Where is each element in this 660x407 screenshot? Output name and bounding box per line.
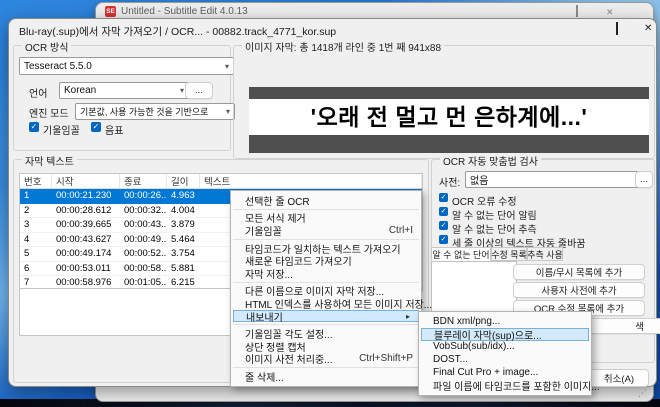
- menu-item-save-subtitle[interactable]: 자막 저장...: [231, 267, 421, 280]
- language-select[interactable]: Korean ▾: [59, 82, 189, 99]
- submenu-arrow-icon: ▸: [406, 312, 410, 321]
- chevron-down-icon: ▾: [225, 62, 229, 71]
- ocr-autocorrect-group-label: OCR 자동 맞춤법 검사: [440, 153, 541, 168]
- add-to-names-list-button[interactable]: 이름/무시 목록에 추가: [513, 264, 645, 280]
- engine-mode-select[interactable]: 기본값, 사용 가능한 것을 기반으로 ▾: [75, 103, 235, 120]
- prompt-unknown-words-checkbox[interactable]: ✓: [439, 207, 448, 216]
- image-subtitle-info-label: 이미지 자막: 총 1418개 라인 중 1번 째 941x88: [242, 39, 444, 54]
- menu-item-delete-lines[interactable]: 줄 삭제...: [231, 370, 421, 383]
- desktop: SE Untitled - Subtitle Edit 4.0.13 ✕ ⋰ B…: [0, 0, 660, 407]
- dictionary-select[interactable]: 없음 ▾: [465, 171, 645, 188]
- ocr-method-group-label: OCR 방식: [22, 39, 71, 54]
- menu-item-export-dost[interactable]: DOST...: [419, 353, 591, 366]
- menu-item-italic[interactable]: 기울임꼴Ctrl+I: [231, 224, 421, 237]
- autowrap-checkbox[interactable]: ✓: [439, 235, 448, 244]
- language-label: 언어: [29, 85, 47, 100]
- add-to-user-dictionary-button[interactable]: 사용자 사전에 추가: [513, 282, 645, 298]
- tab-use-guesses[interactable]: 추측 사용: [527, 247, 563, 261]
- ocr-engine-select[interactable]: Tesseract 5.5.0 ▾: [19, 57, 234, 75]
- menu-item-export[interactable]: 내보내기▸: [233, 310, 419, 323]
- engine-mode-label: 엔진 모드: [29, 105, 69, 120]
- dialog-title: Blu-ray(.sup)에서 자막 가져오기 / OCR... - 00882…: [19, 24, 336, 39]
- dictionary-more-button[interactable]: ...: [635, 171, 653, 188]
- chevron-down-icon: ▾: [226, 107, 230, 116]
- music-notes-checkbox[interactable]: ✓: [91, 122, 101, 132]
- fix-ocr-errors-label: OCR 오류 수정: [452, 193, 517, 208]
- menu-item-export-vobsub[interactable]: VobSub(sub/idx)...: [419, 341, 591, 354]
- fix-ocr-errors-checkbox[interactable]: ✓: [439, 193, 448, 202]
- italic-checkbox[interactable]: ✓: [29, 122, 39, 132]
- main-close-button[interactable]: ✕: [606, 8, 614, 17]
- italic-checkbox-label: 기울임꼴: [43, 122, 80, 137]
- subtitle-edit-app-icon: SE: [105, 6, 116, 17]
- language-more-button[interactable]: ...: [185, 82, 213, 99]
- subtitle-table-header[interactable]: 번호 시작 종료 길이 텍스트: [20, 174, 422, 189]
- main-window-title: Untitled - Subtitle Edit 4.0.13: [121, 6, 248, 17]
- menu-item-export-images-with-timecode[interactable]: 파일 이름에 타임코드를 포함한 이미지...: [419, 379, 591, 392]
- guess-unknown-words-label: 알 수 없는 단어 추측: [452, 221, 537, 236]
- subtitle-image-text: '오래 전 멀고 먼 은하계에...': [249, 99, 649, 135]
- tab-unknown-words[interactable]: 알 수 없는 단어: [431, 247, 491, 261]
- context-menu: 선택한 줄 OCR 모든 서식 제거 기울임꼴Ctrl+I 타임코드가 일치하는…: [230, 190, 422, 387]
- music-notes-checkbox-label: 음표: [105, 122, 123, 137]
- main-maximize-button[interactable]: [576, 7, 578, 16]
- dialog-titlebar[interactable]: Blu-ray(.sup)에서 자막 가져오기 / OCR... - 00882…: [9, 19, 656, 40]
- menu-item-ocr-selected-lines[interactable]: 선택한 줄 OCR: [231, 194, 421, 207]
- dictionary-label: 사전:: [439, 174, 460, 189]
- subtitle-image-preview[interactable]: '오래 전 멀고 먼 은하계에...': [249, 87, 649, 153]
- menu-item-image-preprocessing[interactable]: 이미지 사전 처리중...Ctrl+Shift+P: [231, 353, 421, 366]
- subtitle-text-group-label: 자막 텍스트: [22, 153, 77, 168]
- resize-grip-icon[interactable]: ⋰: [638, 389, 647, 397]
- guess-unknown-words-checkbox[interactable]: ✓: [439, 221, 448, 230]
- menu-item-export-bluray-sup[interactable]: 블루레이 자막(sup)으로...: [421, 328, 589, 341]
- dialog-close-button[interactable]: ✕: [644, 24, 652, 34]
- tab-fix-list[interactable]: 수정 목록: [491, 247, 527, 261]
- chevron-down-icon: ▾: [180, 86, 184, 95]
- prompt-unknown-words-label: 알 수 없는 단어 알림: [452, 207, 537, 222]
- dialog-maximize-button[interactable]: [616, 24, 618, 34]
- export-submenu: BDN xml/png... 블루레이 자막(sup)으로... VobSub(…: [418, 311, 592, 396]
